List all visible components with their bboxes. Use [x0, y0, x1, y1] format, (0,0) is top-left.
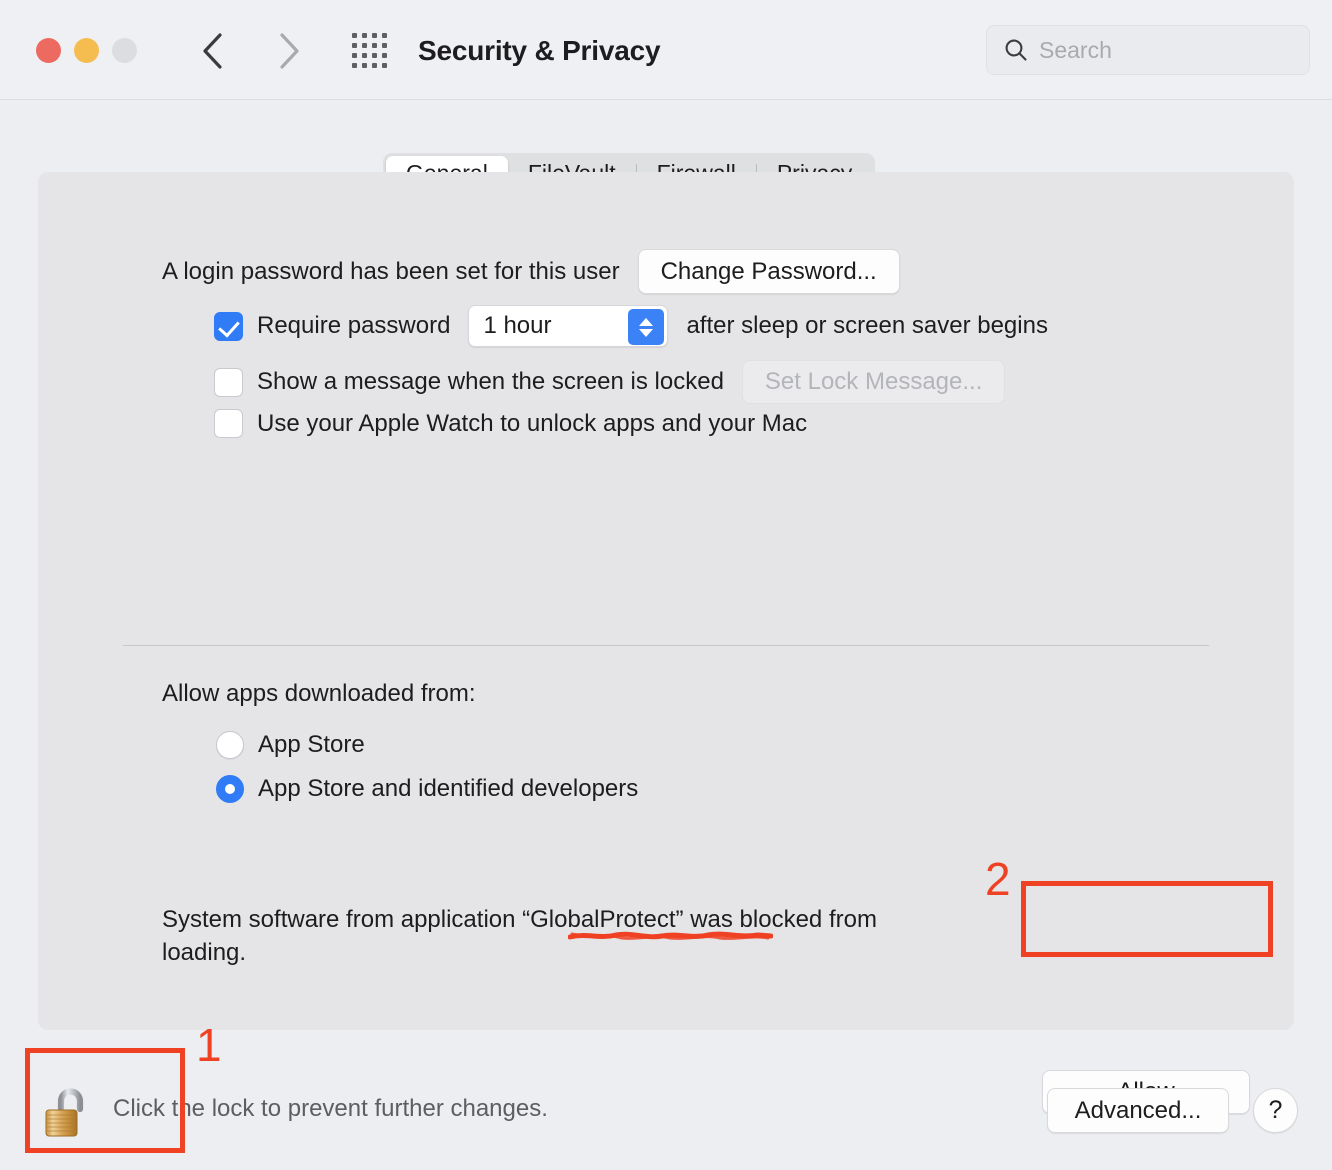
annotation-box-lock	[25, 1048, 185, 1153]
section-divider	[123, 645, 1209, 646]
show-lock-message-label: Show a message when the screen is locked	[257, 368, 724, 395]
require-password-row: Require password 1 hour after sleep or s…	[214, 305, 1048, 347]
identified-developers-radio[interactable]	[216, 775, 244, 803]
allow-apps-heading: Allow apps downloaded from:	[162, 680, 476, 707]
forward-button[interactable]	[268, 30, 310, 72]
apple-watch-label: Use your Apple Watch to unlock apps and …	[257, 409, 808, 437]
identified-developers-label: App Store and identified developers	[258, 775, 639, 802]
app-store-label: App Store	[258, 731, 365, 758]
apple-watch-checkbox[interactable]	[214, 409, 243, 438]
page-title: Security & Privacy	[418, 35, 661, 66]
allow-apps-option-identified-developers[interactable]: App Store and identified developers	[216, 775, 638, 803]
show-lock-message-row: Show a message when the screen is locked…	[214, 360, 1006, 404]
show-lock-message-checkbox[interactable]	[214, 367, 243, 397]
require-password-checkbox[interactable]	[214, 311, 243, 341]
require-password-suffix: after sleep or screen saver begins	[686, 312, 1048, 339]
app-store-radio[interactable]	[216, 731, 244, 759]
require-password-delay-value: 1 hour	[483, 312, 552, 339]
change-password-button[interactable]: Change Password...	[637, 249, 900, 294]
require-password-label: Require password	[257, 312, 451, 339]
zoom-window-button[interactable]	[112, 38, 137, 63]
set-lock-message-button[interactable]: Set Lock Message...	[741, 360, 1006, 404]
back-button[interactable]	[192, 30, 234, 72]
allow-apps-heading-row: Allow apps downloaded from:	[162, 680, 476, 708]
minimize-window-button[interactable]	[74, 38, 99, 63]
help-button[interactable]: ?	[1253, 1088, 1298, 1133]
advanced-button[interactable]: Advanced...	[1047, 1088, 1229, 1133]
require-password-delay-select[interactable]: 1 hour	[468, 305, 669, 347]
red-scribble-annotation	[568, 931, 773, 940]
security-privacy-window: Security & Privacy General FileVault Fir…	[0, 0, 1332, 1170]
traffic-light-controls	[36, 38, 137, 63]
annotation-number-2: 2	[985, 853, 1011, 905]
search-input[interactable]	[1039, 36, 1293, 64]
search-icon	[1005, 39, 1027, 61]
allow-apps-option-app-store[interactable]: App Store	[216, 731, 365, 759]
annotation-box-allow	[1021, 881, 1273, 957]
show-all-preferences-icon[interactable]	[348, 33, 392, 68]
apple-watch-row: Use your Apple Watch to unlock apps and …	[214, 409, 807, 438]
stepper-icon[interactable]	[628, 309, 665, 345]
search-field[interactable]	[986, 25, 1310, 75]
window-titlebar: Security & Privacy	[0, 0, 1332, 100]
login-password-row: A login password has been set for this u…	[162, 249, 900, 294]
login-password-status: A login password has been set for this u…	[162, 257, 620, 285]
annotation-number-1: 1	[196, 1019, 222, 1071]
close-window-button[interactable]	[36, 38, 61, 63]
blocked-software-notice: System software from application “Global…	[162, 906, 877, 966]
